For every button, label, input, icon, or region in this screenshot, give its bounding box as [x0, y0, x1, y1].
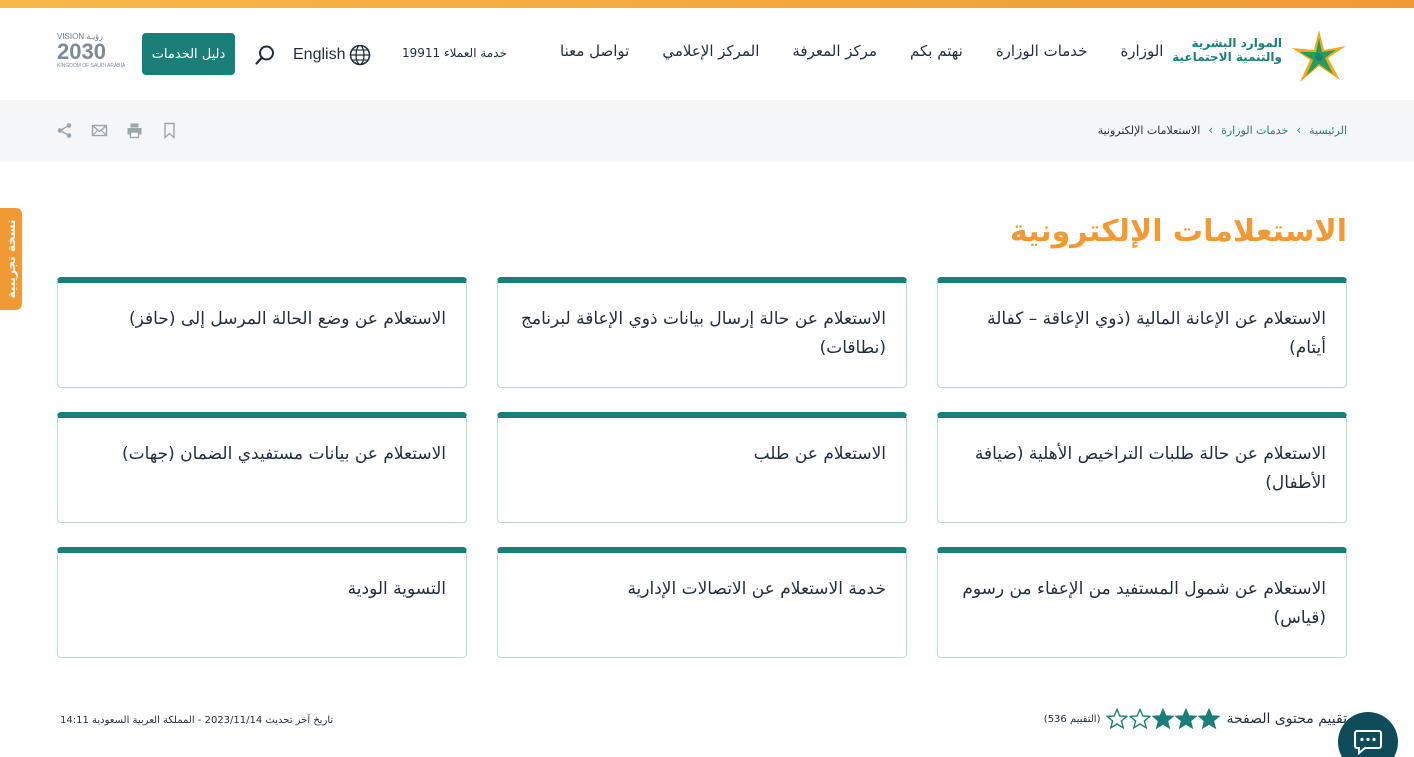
vision-2030-logo[interactable]: VISION رؤيـة 2030 KINGDOM OF SAUDI ARABI…	[57, 32, 126, 78]
card-title: التسوية الودية	[347, 579, 446, 599]
last-update-text: تاريخ آخر تحديث 2023/11/14 - المملكة الع…	[60, 715, 334, 726]
print-icon[interactable]	[126, 122, 143, 139]
card-title: الاستعلام عن الإعانة المالية (ذوي الإعاق…	[987, 309, 1326, 358]
card-title: الاستعلام عن حالة طلبات التراخيص الأهلية…	[974, 444, 1326, 493]
nav-ministry-services[interactable]: خدمات الوزارة	[996, 42, 1088, 60]
search-icon[interactable]	[254, 44, 276, 66]
star-filled-icon[interactable]	[1175, 708, 1198, 730]
card-title: الاستعلام عن بيانات مستفيدي الضمان (جهات…	[121, 444, 446, 464]
inquiry-card-qiyas-exemption[interactable]: الاستعلام عن شمول المستفيد من الإعفاء من…	[937, 547, 1347, 658]
ministry-logo[interactable]: الموارد البشرية والتنمية الاجتماعية	[1172, 28, 1350, 84]
nav-ministry[interactable]: الوزارة	[1120, 42, 1163, 60]
share-icon[interactable]	[56, 122, 73, 139]
language-switch[interactable]: English	[293, 44, 371, 66]
inquiry-card-childcare-licenses[interactable]: الاستعلام عن حالة طلبات التراخيص الأهلية…	[937, 412, 1347, 523]
services-guide-button[interactable]: دليل الخدمات	[142, 33, 235, 75]
breadcrumb: الرئيسية ‹ خدمات الوزارة ‹ الاستعلامات ا…	[1098, 123, 1347, 137]
card-title: الاستعلام عن حالة إرسال بيانات ذوي الإعا…	[521, 309, 886, 358]
vision-year: 2030	[57, 39, 106, 64]
vision-subtitle: KINGDOM OF SAUDI ARABIA	[57, 63, 126, 69]
main-nav: الوزارة خدمات الوزارة نهتم بكم مركز المع…	[560, 42, 1163, 60]
nav-we-care[interactable]: نهتم بكم	[910, 42, 963, 60]
nav-media-center[interactable]: المركز الإعلامي	[662, 42, 759, 60]
email-icon[interactable]	[91, 122, 108, 139]
customer-service-hotline[interactable]: خدمة العملاء 19911	[402, 46, 507, 60]
inquiry-card-hafiz-status[interactable]: الاستعلام عن وضع الحالة المرسل إلى (حافز…	[57, 277, 467, 388]
star-filled-icon[interactable]	[1198, 708, 1221, 730]
card-title: الاستعلام عن شمول المستفيد من الإعفاء من…	[962, 579, 1326, 628]
beta-version-label: نسخة تجريبية	[4, 219, 18, 299]
inquiry-card-request[interactable]: الاستعلام عن طلب	[497, 412, 907, 523]
card-title: خدمة الاستعلام عن الاتصالات الإدارية	[627, 579, 886, 599]
page-tools	[56, 122, 178, 139]
breadcrumb-bar: الرئيسية ‹ خدمات الوزارة ‹ الاستعلامات ا…	[0, 100, 1414, 162]
top-accent-stripe	[0, 0, 1414, 8]
star-filled-icon[interactable]	[1152, 708, 1175, 730]
page-rating: تقييم محتوى الصفحة (التقييم 536)	[1044, 708, 1347, 730]
logo-star-icon	[1292, 30, 1346, 82]
inquiry-card-disability-data-nitaqat[interactable]: الاستعلام عن حالة إرسال بيانات ذوي الإعا…	[497, 277, 907, 388]
rating-label: تقييم محتوى الصفحة	[1226, 711, 1347, 727]
breadcrumb-ministry-services[interactable]: خدمات الوزارة	[1221, 124, 1288, 137]
language-label: English	[293, 46, 346, 63]
card-title: الاستعلام عن طلب	[753, 444, 886, 464]
rating-count: (التقييم 536)	[1043, 713, 1101, 725]
inquiry-card-amicable-settlement[interactable]: التسوية الودية	[57, 547, 467, 658]
globe-icon	[350, 44, 371, 66]
star-empty-icon[interactable]	[1129, 708, 1152, 730]
chevron-left-icon: ‹	[1208, 123, 1214, 137]
inquiry-card-financial-aid[interactable]: الاستعلام عن الإعانة المالية (ذوي الإعاق…	[937, 277, 1347, 388]
breadcrumb-current: الاستعلامات الإلكترونية	[1097, 123, 1201, 137]
chat-icon	[1354, 730, 1382, 756]
beta-version-tab[interactable]: نسخة تجريبية	[0, 208, 22, 310]
logo-line-2: والتنمية الاجتماعية	[1172, 50, 1282, 64]
breadcrumb-home[interactable]: الرئيسية	[1309, 124, 1347, 137]
nav-contact-us[interactable]: تواصل معنا	[560, 42, 629, 60]
nav-knowledge-center[interactable]: مركز المعرفة	[792, 42, 877, 60]
bookmark-icon[interactable]	[161, 122, 178, 139]
page-title: الاستعلامات الإلكترونية	[1009, 214, 1347, 249]
star-empty-icon[interactable]	[1106, 708, 1129, 730]
rating-stars	[1106, 708, 1221, 730]
site-header: الموارد البشرية والتنمية الاجتماعية الوز…	[0, 8, 1414, 100]
logo-line-1: الموارد البشرية	[1191, 36, 1282, 50]
chat-button[interactable]	[1338, 712, 1398, 757]
chevron-left-icon: ‹	[1296, 123, 1302, 137]
card-title: الاستعلام عن وضع الحالة المرسل إلى (حافز…	[129, 309, 446, 329]
inquiry-card-administrative-communications[interactable]: خدمة الاستعلام عن الاتصالات الإدارية	[497, 547, 907, 658]
inquiry-card-social-security-beneficiaries[interactable]: الاستعلام عن بيانات مستفيدي الضمان (جهات…	[57, 412, 467, 523]
